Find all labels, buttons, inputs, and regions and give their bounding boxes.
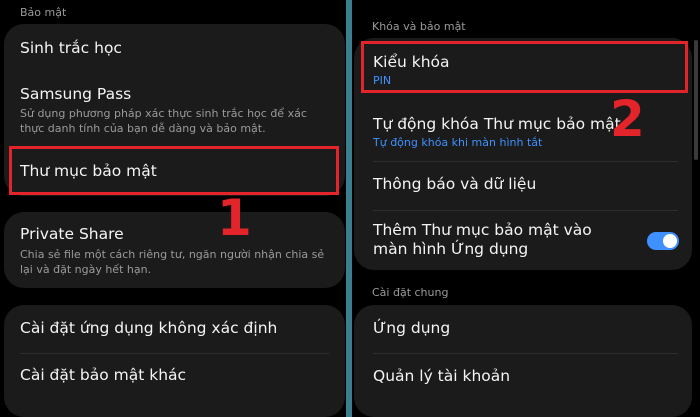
other-settings-card: Cài đặt ứng dụng không xác định Cài đặt … xyxy=(4,305,345,417)
apps-title: Ứng dụng xyxy=(373,319,451,337)
auto-lock-value: Tự động khóa khi màn hình tắt xyxy=(373,136,543,149)
private-share-card: Private Share Chia sẻ file một cách riên… xyxy=(4,212,345,288)
other-security-title: Cài đặt bảo mật khác xyxy=(20,366,187,384)
toggle-knob xyxy=(663,234,677,248)
general-settings-section-header: Cài đặt chung xyxy=(372,286,449,299)
secure-folder-settings-panel: Khóa và bảo mật Kiểu khóa PIN Tự động kh… xyxy=(352,0,700,417)
unknown-apps-item[interactable]: Cài đặt ứng dụng không xác định xyxy=(4,305,345,353)
unknown-apps-title: Cài đặt ứng dụng không xác định xyxy=(20,319,278,337)
biometrics-title: Sinh trắc học xyxy=(20,39,122,57)
step-1-label: 1 xyxy=(217,189,252,247)
other-security-item[interactable]: Cài đặt bảo mật khác xyxy=(4,354,345,402)
scrollbar[interactable] xyxy=(694,40,698,160)
account-management-item[interactable]: Quản lý tài khoản xyxy=(354,354,692,402)
private-share-item[interactable]: Private Share Chia sẻ file một cách riên… xyxy=(4,212,345,288)
private-share-description: Chia sẻ file một cách riêng tư, ngăn ngư… xyxy=(20,248,325,276)
samsung-pass-title: Samsung Pass xyxy=(20,85,132,103)
secure-folder-highlight-box xyxy=(9,146,339,195)
notifications-data-item[interactable]: Thông báo và dữ liệu xyxy=(354,162,692,210)
step-2-label: 2 xyxy=(610,90,645,148)
security-section-header: Bảo mật xyxy=(20,6,67,19)
add-to-apps-title: Thêm Thư mục bảo mật vào màn hình Ứng dụ… xyxy=(373,221,592,258)
private-share-title: Private Share xyxy=(20,225,124,243)
biometrics-item[interactable]: Sinh trắc học xyxy=(4,24,345,76)
lock-type-highlight-box xyxy=(361,41,688,93)
apps-item[interactable]: Ứng dụng xyxy=(354,305,692,352)
general-settings-card: Ứng dụng Quản lý tài khoản xyxy=(354,305,692,417)
account-management-title: Quản lý tài khoản xyxy=(373,367,511,385)
add-to-apps-toggle[interactable] xyxy=(647,232,679,250)
security-settings-panel: Bảo mật Sinh trắc học Samsung Pass Sử dụ… xyxy=(0,0,346,417)
samsung-pass-description: Sử dụng phương pháp xác thực sinh trắc h… xyxy=(20,107,307,135)
auto-lock-title: Tự động khóa Thư mục bảo mật xyxy=(373,115,621,133)
lock-security-section-header: Khóa và bảo mật xyxy=(372,20,466,33)
add-to-apps-item[interactable]: Thêm Thư mục bảo mật vào màn hình Ứng dụ… xyxy=(354,211,692,270)
notifications-data-title: Thông báo và dữ liệu xyxy=(373,175,537,193)
samsung-pass-item[interactable]: Samsung Pass Sử dụng phương pháp xác thự… xyxy=(4,76,345,142)
